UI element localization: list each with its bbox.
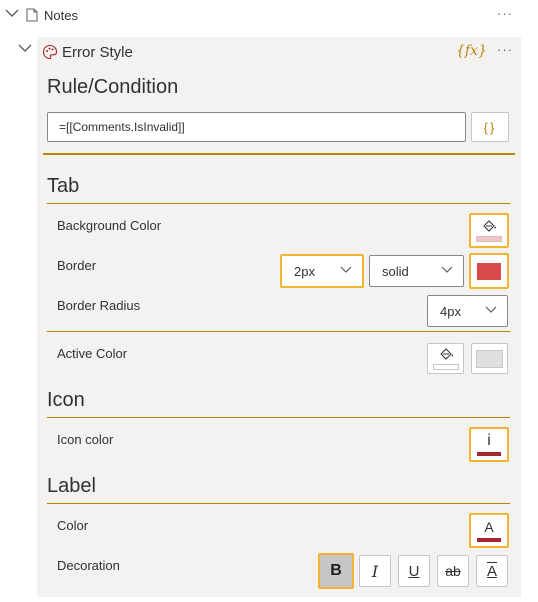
tab-divider xyxy=(47,203,510,204)
strikethrough-icon: ab xyxy=(445,563,461,579)
notes-more-icon[interactable]: ··· xyxy=(497,6,513,21)
border-width-dropdown[interactable]: 2px xyxy=(280,254,364,288)
chevron-down-icon xyxy=(340,266,352,273)
icon-color-label: Icon color xyxy=(57,432,114,447)
braces-icon: {} xyxy=(483,119,497,135)
underline-icon: U xyxy=(408,562,420,580)
border-label: Border xyxy=(57,258,97,273)
font-color-a-icon: A xyxy=(484,518,494,535)
error-style-label[interactable]: Error Style xyxy=(62,44,133,61)
chevron-down-icon xyxy=(441,266,453,273)
font-color-swatch xyxy=(477,537,501,542)
tab-subdivider xyxy=(47,331,510,332)
bold-button[interactable]: B xyxy=(318,553,354,589)
error-style-more-icon[interactable]: ··· xyxy=(497,42,513,57)
tab-section-title: Tab xyxy=(47,175,80,197)
overline-button[interactable]: A xyxy=(476,555,508,587)
page-icon xyxy=(26,8,38,27)
icon-color-swatch xyxy=(477,452,501,456)
italic-button[interactable]: I xyxy=(359,555,391,587)
decoration-label: Decoration xyxy=(57,558,120,573)
paint-bucket-icon xyxy=(439,348,453,360)
overline-icon: A xyxy=(486,562,497,580)
notes-label[interactable]: Notes xyxy=(44,8,78,23)
background-color-picker[interactable] xyxy=(469,213,509,248)
border-color-swatch xyxy=(477,262,501,280)
palette-icon xyxy=(42,44,58,65)
rule-condition-input[interactable]: =[[Comments.IsInvalid]] xyxy=(47,112,466,142)
label-section-title: Label xyxy=(47,475,96,497)
background-color-swatch xyxy=(476,236,502,242)
label-divider xyxy=(47,503,510,504)
rule-condition-title: Rule/Condition xyxy=(47,76,179,98)
active-color-picker[interactable] xyxy=(427,343,464,374)
italic-icon: I xyxy=(371,561,379,581)
background-color-label: Background Color xyxy=(57,218,162,233)
info-i-icon: i xyxy=(487,432,491,449)
rule-condition-value: =[[Comments.IsInvalid]] xyxy=(59,120,185,134)
border-style-value: solid xyxy=(382,263,409,279)
active-color-swatch xyxy=(476,349,503,368)
border-style-dropdown[interactable]: solid xyxy=(369,255,464,287)
border-radius-value: 4px xyxy=(440,303,461,319)
label-color-label: Color xyxy=(57,518,89,533)
font-color-picker[interactable]: A xyxy=(469,513,509,548)
error-style-chevron-icon[interactable] xyxy=(18,43,32,53)
bold-icon: B xyxy=(330,562,342,579)
underline-button[interactable]: U xyxy=(398,555,430,587)
icon-color-picker[interactable]: i xyxy=(469,427,509,462)
active-color-swatch-button[interactable] xyxy=(471,343,508,374)
fx-button[interactable]: {fx} xyxy=(456,43,487,59)
active-color-bucket-swatch xyxy=(432,364,459,370)
icon-section-title: Icon xyxy=(47,389,85,411)
rule-divider xyxy=(43,153,515,155)
chevron-down-icon xyxy=(485,306,497,313)
border-width-value: 2px xyxy=(294,263,315,279)
border-radius-label: Border Radius xyxy=(57,298,141,313)
expression-braces-button[interactable]: {} xyxy=(471,112,509,142)
active-color-label: Active Color xyxy=(57,346,128,361)
border-radius-dropdown[interactable]: 4px xyxy=(427,295,508,327)
strikethrough-button[interactable]: ab xyxy=(437,555,469,587)
notes-chevron-icon[interactable] xyxy=(5,8,19,18)
paint-bucket-icon xyxy=(483,220,496,232)
icon-divider xyxy=(47,417,510,418)
border-color-picker[interactable] xyxy=(469,253,509,289)
